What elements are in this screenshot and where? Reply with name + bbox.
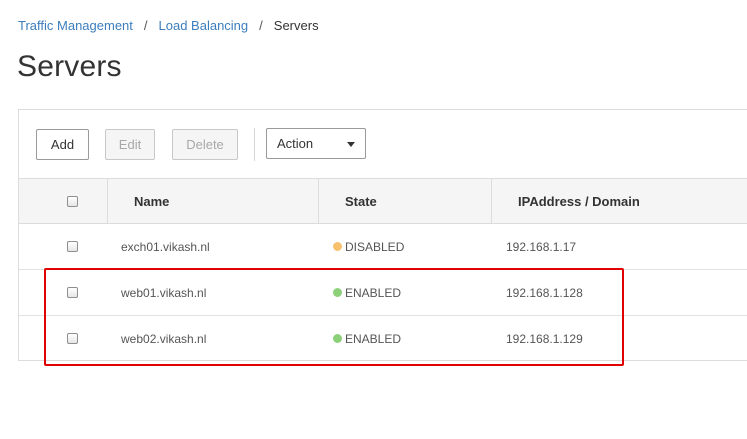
- breadcrumb-link-traffic-management[interactable]: Traffic Management: [18, 18, 133, 33]
- breadcrumb: Traffic Management / Load Balancing / Se…: [18, 18, 319, 33]
- edit-button[interactable]: Edit: [105, 129, 155, 160]
- toolbar-divider: [254, 128, 255, 161]
- action-select-value: Action: [277, 136, 314, 151]
- column-header-ip[interactable]: IPAddress / Domain: [518, 179, 640, 223]
- select-all-checkbox[interactable]: [67, 196, 78, 207]
- server-ip: 192.168.1.17: [506, 239, 577, 254]
- delete-button[interactable]: Delete: [172, 129, 238, 160]
- column-header-state[interactable]: State: [345, 179, 377, 223]
- column-divider: [318, 179, 319, 223]
- state-label: DISABLED: [345, 239, 405, 254]
- selection-highlight-box: [44, 268, 624, 366]
- chevron-down-icon: [347, 142, 355, 147]
- add-button[interactable]: Add: [36, 129, 89, 160]
- breadcrumb-current: Servers: [273, 18, 319, 33]
- page-title: Servers: [17, 50, 122, 83]
- breadcrumb-separator: /: [143, 18, 148, 33]
- status-dot-icon: [333, 242, 342, 251]
- server-state: DISABLED: [333, 224, 404, 269]
- column-divider: [491, 179, 492, 223]
- action-select[interactable]: Action: [266, 128, 366, 159]
- server-name: exch01.vikash.nl: [121, 239, 210, 254]
- toolbar: Add Edit Delete Action: [19, 110, 747, 178]
- breadcrumb-link-load-balancing[interactable]: Load Balancing: [159, 18, 249, 33]
- row-checkbox[interactable]: [67, 241, 78, 252]
- column-divider: [107, 179, 108, 223]
- table-header: Name State IPAddress / Domain: [19, 178, 747, 224]
- column-header-name[interactable]: Name: [134, 179, 169, 223]
- breadcrumb-separator: /: [259, 18, 263, 33]
- table-row[interactable]: exch01.vikash.nl DISABLED 192.168.1.17: [19, 224, 747, 270]
